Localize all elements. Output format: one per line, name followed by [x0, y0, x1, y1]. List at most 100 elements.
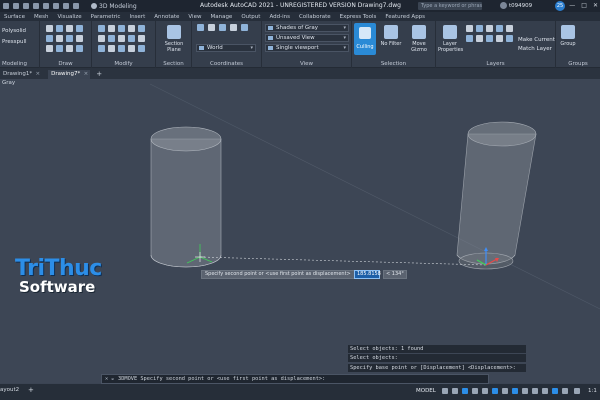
tab-parametric[interactable]: Parametric [91, 14, 121, 20]
rectangle-icon[interactable] [46, 35, 53, 42]
app-menu-icon[interactable] [3, 3, 9, 9]
minimize-button[interactable]: — [569, 2, 575, 9]
ucs-world-dropdown[interactable]: World [196, 44, 256, 52]
section-plane-button[interactable]: Section Plane [162, 25, 186, 53]
3d-scene[interactable] [0, 79, 600, 383]
presspull-button[interactable]: Presspull [2, 39, 27, 45]
open-file-icon[interactable] [23, 3, 29, 9]
layer-merge-icon[interactable] [496, 35, 503, 42]
scale-icon[interactable] [138, 25, 145, 32]
ucs-3point-icon[interactable] [241, 24, 248, 31]
spline-icon[interactable] [76, 35, 83, 42]
workspace-switcher[interactable]: 3D Modeling [91, 3, 137, 10]
layout-tab[interactable]: ayout2 [0, 387, 19, 393]
polar-icon[interactable] [472, 388, 478, 394]
layer-unlock-icon[interactable] [476, 35, 483, 42]
helix-icon[interactable] [76, 45, 83, 52]
plot-icon[interactable] [53, 3, 59, 9]
close-icon[interactable]: × [84, 70, 89, 79]
snap-icon[interactable] [452, 388, 458, 394]
command-line-icons[interactable]: ✕ 𝄪 [105, 375, 114, 383]
layer-freeze-icon[interactable] [476, 25, 483, 32]
polygon-icon[interactable] [56, 35, 63, 42]
tab-mesh[interactable]: Mesh [34, 14, 48, 20]
ucs-z-icon[interactable] [230, 24, 237, 31]
tab-output[interactable]: Output [241, 14, 260, 20]
chamfer-icon[interactable] [128, 35, 135, 42]
command-line[interactable]: ✕ 𝄪 3DMOVE Specify second point or <use … [101, 374, 489, 384]
close-button[interactable]: ✕ [593, 2, 598, 9]
new-file-icon[interactable] [13, 3, 19, 9]
annotation-scale-icon[interactable] [574, 388, 580, 394]
polysolid-button[interactable]: Polysolid [2, 28, 26, 34]
save-as-icon[interactable] [43, 3, 49, 9]
join-icon[interactable] [138, 45, 145, 52]
rotate-icon[interactable] [118, 25, 125, 32]
ortho-icon[interactable] [462, 388, 468, 394]
layer-delete-icon[interactable] [506, 35, 513, 42]
distance-input[interactable]: 185.8158 [354, 270, 381, 279]
move-gizmo-button[interactable]: Move Gizmo [406, 25, 432, 53]
3d-osnap-icon[interactable] [512, 388, 518, 394]
region-icon[interactable] [56, 45, 63, 52]
isodraft-icon[interactable] [482, 388, 488, 394]
hatch-icon[interactable] [46, 45, 53, 52]
maximize-button[interactable]: □ [581, 2, 587, 9]
gizmo-icon[interactable] [552, 388, 558, 394]
tab-insert[interactable]: Insert [129, 14, 145, 20]
ucs-icon[interactable] [197, 24, 204, 31]
annotation-visibility-icon[interactable] [562, 388, 568, 394]
tab-featured-apps[interactable]: Featured Apps [385, 14, 425, 20]
tab-manage[interactable]: Manage [210, 14, 232, 20]
transparency-icon[interactable] [532, 388, 538, 394]
layer-off-icon[interactable] [506, 25, 513, 32]
copy-icon[interactable] [108, 25, 115, 32]
add-layout-button[interactable]: + [28, 386, 34, 394]
doc-tab-drawing1[interactable]: Drawing1* × [0, 70, 42, 79]
visual-style-dropdown[interactable]: Shades of Gray [265, 24, 349, 32]
otrack-icon[interactable] [502, 388, 508, 394]
fillet-icon[interactable] [118, 35, 125, 42]
selection-cycling-icon[interactable] [542, 388, 548, 394]
saved-view-dropdown[interactable]: Unsaved View [265, 34, 349, 42]
match-layer-button[interactable]: Match Layer [518, 46, 552, 52]
cylinder-right[interactable] [456, 121, 537, 270]
user-account[interactable]: t094909 [500, 2, 532, 9]
make-current-button[interactable]: Make Current [518, 37, 555, 43]
trim-icon[interactable] [98, 35, 105, 42]
line-icon[interactable] [46, 25, 53, 32]
move-icon[interactable] [98, 25, 105, 32]
point-icon[interactable] [66, 45, 73, 52]
polyline-icon[interactable] [56, 25, 63, 32]
erase-icon[interactable] [118, 45, 125, 52]
cylinder-left[interactable] [150, 126, 222, 268]
osnap-icon[interactable] [492, 388, 498, 394]
explode-icon[interactable] [108, 45, 115, 52]
tab-view[interactable]: View [188, 14, 201, 20]
undo-icon[interactable] [63, 3, 69, 9]
stretch-icon[interactable] [128, 45, 135, 52]
group-button[interactable]: Group [560, 25, 576, 47]
layer-isolate-icon[interactable] [496, 25, 503, 32]
redo-icon[interactable] [73, 3, 79, 9]
search-input[interactable]: Type a keyword or phrase [418, 2, 482, 10]
layer-on-icon[interactable] [466, 25, 473, 32]
ellipse-icon[interactable] [66, 35, 73, 42]
close-icon[interactable]: × [36, 70, 41, 79]
angle-input[interactable]: < 134° [383, 270, 407, 279]
ucs-world-icon[interactable] [208, 24, 215, 31]
no-filter-button[interactable]: No Filter [378, 25, 404, 47]
new-tab-button[interactable]: + [96, 70, 102, 79]
offset-icon[interactable] [98, 45, 105, 52]
circle-icon[interactable] [66, 25, 73, 32]
culling-button[interactable]: Culling [354, 23, 376, 55]
tab-annotate[interactable]: Annotate [154, 14, 179, 20]
tab-add-ins[interactable]: Add-ins [269, 14, 290, 20]
tab-collaborate[interactable]: Collaborate [299, 14, 331, 20]
model-space-button[interactable]: MODEL [416, 388, 436, 394]
lineweight-icon[interactable] [522, 388, 528, 394]
grid-icon[interactable] [442, 388, 448, 394]
arc-icon[interactable] [76, 25, 83, 32]
mirror-icon[interactable] [128, 25, 135, 32]
layer-thaw-icon[interactable] [466, 35, 473, 42]
